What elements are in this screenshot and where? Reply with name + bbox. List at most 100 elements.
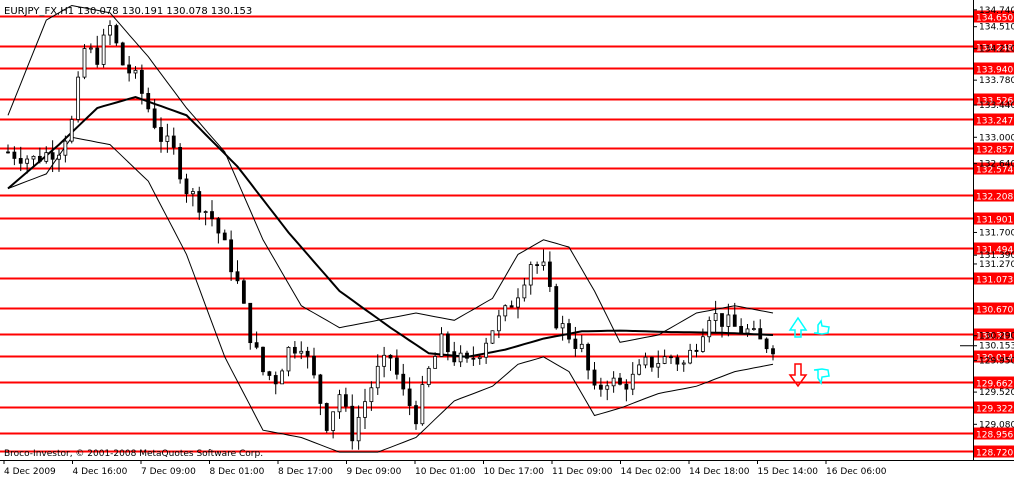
candle-body (643, 356, 648, 366)
candle-body (273, 375, 278, 385)
y-tick-label: 131.270 (979, 260, 1014, 270)
x-tick-label: 7 Dec 09:00 (141, 467, 196, 477)
candle-body (57, 154, 61, 160)
candle-body (707, 320, 712, 338)
y-tick-label: 133.000 (979, 133, 1014, 143)
candle-body (369, 387, 374, 403)
candle-body (624, 383, 629, 390)
candle-body (611, 377, 616, 387)
y-tick-label: 133.780 (979, 76, 1014, 86)
candle-body (496, 315, 501, 332)
symbol-header: EURJPY_FX,H1 130.078 130.191 130.078 130… (4, 6, 252, 17)
candle-body (662, 356, 667, 364)
candle-body (108, 25, 112, 36)
candle-body (605, 385, 610, 390)
candle-body (567, 323, 571, 340)
x-tick-label: 8 Dec 17:00 (278, 467, 333, 477)
candle-body (720, 313, 724, 327)
candle-body (669, 356, 673, 359)
candle-body (445, 333, 450, 353)
candle-body (120, 42, 125, 66)
candle-body (280, 370, 285, 385)
candle-body (656, 363, 661, 368)
x-tick-label: 8 Dec 01:00 (210, 467, 265, 477)
candle-body (739, 325, 744, 334)
candle-body (139, 69, 144, 94)
level-label: 132.857 (976, 146, 1013, 156)
x-tick-label: 14 Dec 18:00 (689, 467, 750, 477)
candle-body (751, 328, 756, 330)
candle-body (528, 264, 533, 286)
candle-body (312, 355, 316, 376)
y-tick-label: 134.740 (979, 6, 1014, 16)
x-tick-label: 4 Dec 2009 (4, 467, 56, 477)
candle-body (159, 127, 163, 142)
x-tick-label: 11 Dec 09:00 (552, 467, 613, 477)
candle-body (63, 140, 68, 156)
candle-body (726, 314, 731, 327)
x-tick-label: 10 Dec 01:00 (415, 467, 476, 477)
candle-body (197, 191, 202, 213)
candle-body (618, 377, 622, 385)
x-tick-label: 9 Dec 09:00 (347, 467, 402, 477)
candle-body (88, 47, 93, 50)
candle-body (216, 218, 221, 234)
candle-body (248, 302, 253, 344)
candle-body (426, 367, 431, 385)
candle-body (694, 349, 699, 352)
candle-body (407, 388, 412, 406)
candle-body (114, 25, 119, 44)
candle-body (535, 264, 540, 266)
candle-body (267, 371, 272, 376)
candle-body (229, 239, 234, 273)
candle-body (382, 354, 387, 367)
y-tick-label: 131.700 (979, 228, 1014, 238)
candle-body (477, 356, 482, 359)
candle-body (592, 369, 597, 386)
candle-body (305, 350, 310, 357)
candle-body (331, 411, 336, 431)
y-tick-label: 130.290 (979, 332, 1014, 342)
candle-body (401, 373, 406, 390)
candle-body (433, 356, 438, 369)
candle-body (165, 135, 170, 142)
candle-body (484, 342, 489, 358)
candle-body (573, 338, 578, 349)
candle-body (465, 352, 469, 359)
candle-body (95, 47, 100, 65)
y-tick-label: 129.080 (979, 420, 1014, 430)
candle-body (700, 336, 705, 352)
candle-body (637, 364, 642, 375)
candle-body (771, 348, 775, 355)
y-tick-label: 129.520 (979, 388, 1014, 398)
candle-body (171, 135, 176, 148)
candle-body (732, 314, 737, 327)
candle-body (745, 328, 750, 334)
candle-body (222, 232, 227, 241)
candle-body (764, 338, 769, 350)
candle-body (18, 158, 23, 164)
price-chart[interactable]: 134.650 134.248 133.940 133.526 133.247 132.8… (0, 0, 1014, 479)
y-tick-label: 129.950 (979, 357, 1014, 367)
candle-body (69, 119, 74, 142)
candle-body (318, 374, 323, 404)
candle-body (560, 323, 565, 329)
y-tick-label: 132.640 (979, 160, 1014, 170)
candle-body (356, 416, 361, 442)
chart-canvas[interactable]: 134.650134.248133.940133.526133.247132.8… (0, 0, 1014, 479)
candle-body (579, 343, 584, 349)
candle-body (681, 362, 686, 365)
candle-body (146, 93, 151, 110)
y-tick-label: 134.210 (979, 45, 1014, 55)
candle-body (598, 384, 603, 390)
candle-body (76, 76, 81, 120)
level-label: 128.720 (976, 449, 1013, 459)
candle-body (25, 158, 30, 164)
candle-body (299, 350, 304, 354)
candle-body (261, 346, 265, 373)
candle-body (82, 48, 87, 78)
candle-body (541, 261, 546, 266)
candle-body (50, 152, 55, 160)
candle-body (101, 34, 106, 65)
candle-body (203, 211, 208, 213)
